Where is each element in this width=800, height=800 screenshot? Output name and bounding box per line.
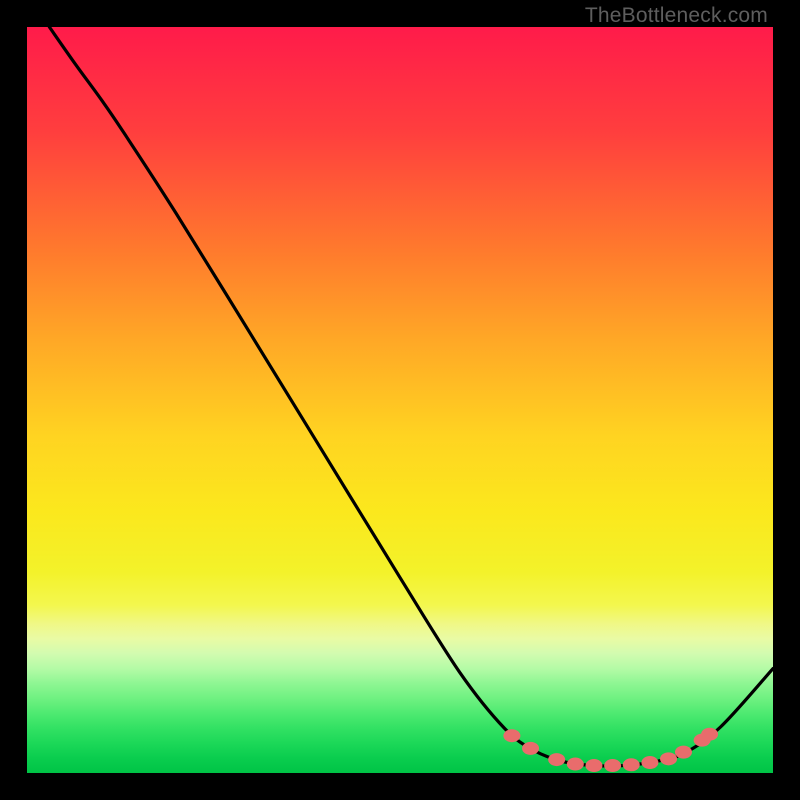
watermark-text: TheBottleneck.com xyxy=(585,4,768,28)
plot-area xyxy=(27,27,773,773)
chart-frame: TheBottleneck.com xyxy=(0,0,800,800)
